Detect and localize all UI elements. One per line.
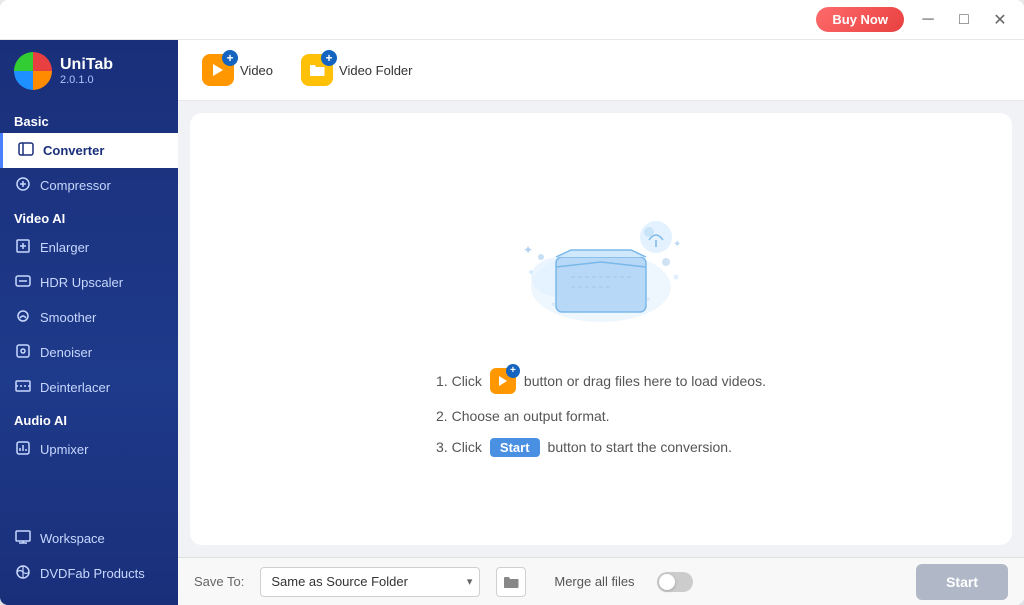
compressor-icon xyxy=(14,176,32,195)
sidebar-item-denoiser[interactable]: Denoiser xyxy=(0,335,178,370)
denoiser-icon xyxy=(14,343,32,362)
logo-text: UniTab 2.0.1.0 xyxy=(60,56,113,86)
svg-text:✦: ✦ xyxy=(673,239,681,250)
sidebar-spacer xyxy=(0,467,178,517)
compressor-label: Compressor xyxy=(40,178,111,193)
instruction-1-suffix: button or drag files here to load videos… xyxy=(524,373,766,389)
smoother-icon xyxy=(14,308,32,327)
hdr-upscaler-label: HDR Upscaler xyxy=(40,275,123,290)
dvdfab-label: DVDFab Products xyxy=(40,566,145,581)
svg-text:✦: ✦ xyxy=(523,243,533,257)
audio-ai-section-label: Audio AI xyxy=(0,405,178,432)
dvdfab-icon xyxy=(14,564,32,583)
logo-icon xyxy=(14,52,52,90)
hdr-icon xyxy=(14,273,32,292)
toolbar: Video Video Folder xyxy=(178,40,1024,101)
instructions: 1. Click button or drag files here to lo… xyxy=(436,368,766,457)
instruction-3-suffix: button to start the conversion. xyxy=(548,439,732,455)
footer: Save To: Same as Source Folder Merge all… xyxy=(178,557,1024,605)
buy-now-button[interactable]: Buy Now xyxy=(816,7,904,32)
maximize-button[interactable]: □ xyxy=(950,6,978,34)
denoiser-label: Denoiser xyxy=(40,345,92,360)
deinterlacer-icon xyxy=(14,378,32,397)
titlebar: Buy Now ☰ ─ □ ✕ xyxy=(0,0,1024,40)
add-folder-label: Video Folder xyxy=(339,63,412,78)
upmixer-label: Upmixer xyxy=(40,442,88,457)
sidebar-item-enlarger[interactable]: Enlarger xyxy=(0,230,178,265)
browse-folder-button[interactable] xyxy=(496,567,526,597)
smoother-label: Smoother xyxy=(40,310,96,325)
save-to-dropdown-wrapper: Same as Source Folder xyxy=(260,567,480,597)
converter-label: Converter xyxy=(43,143,104,158)
start-badge: Start xyxy=(490,438,540,457)
svg-text:×: × xyxy=(551,300,556,309)
enlarger-label: Enlarger xyxy=(40,240,89,255)
app-window: Buy Now ☰ ─ □ ✕ UniTab 2.0.1.0 Basic xyxy=(0,0,1024,605)
add-video-label: Video xyxy=(240,63,273,78)
sidebar-item-dvdfab[interactable]: DVDFab Products xyxy=(0,556,178,591)
content-area: Video Video Folder xyxy=(178,40,1024,605)
drop-zone[interactable]: ✦ ✦ × × 1. Click button or drag files he… xyxy=(190,113,1012,545)
workspace-label: Workspace xyxy=(40,531,105,546)
upmixer-icon xyxy=(14,440,32,459)
main-layout: UniTab 2.0.1.0 Basic Converter Compresso… xyxy=(0,40,1024,605)
merge-toggle[interactable] xyxy=(657,572,693,592)
add-folder-button[interactable]: Video Folder xyxy=(293,50,420,90)
save-to-dropdown[interactable]: Same as Source Folder xyxy=(260,567,480,597)
instruction-2: 2. Choose an output format. xyxy=(436,408,766,424)
sidebar: UniTab 2.0.1.0 Basic Converter Compresso… xyxy=(0,40,178,605)
sidebar-item-upmixer[interactable]: Upmixer xyxy=(0,432,178,467)
converter-icon xyxy=(17,141,35,160)
sidebar-item-smoother[interactable]: Smoother xyxy=(0,300,178,335)
add-folder-icon xyxy=(301,54,333,86)
app-version: 2.0.1.0 xyxy=(60,74,113,86)
illustration: ✦ ✦ × × xyxy=(501,202,701,342)
close-button[interactable]: ✕ xyxy=(986,6,1014,34)
basic-section-label: Basic xyxy=(0,106,178,133)
add-video-button[interactable]: Video xyxy=(194,50,281,90)
enlarger-icon xyxy=(14,238,32,257)
sidebar-item-compressor[interactable]: Compressor xyxy=(0,168,178,203)
mini-add-video-icon xyxy=(490,368,516,394)
instruction-1: 1. Click button or drag files here to lo… xyxy=(436,368,766,394)
instruction-2-text: 2. Choose an output format. xyxy=(436,408,610,424)
svg-text:×: × xyxy=(646,295,651,304)
sidebar-item-converter[interactable]: Converter xyxy=(0,133,178,168)
toggle-knob xyxy=(659,574,675,590)
instruction-3-prefix: 3. Click xyxy=(436,439,482,455)
video-ai-section-label: Video AI xyxy=(0,203,178,230)
deinterlacer-label: Deinterlacer xyxy=(40,380,110,395)
minimize-button[interactable]: ─ xyxy=(914,6,942,34)
sidebar-bottom: Workspace DVDFab Products xyxy=(0,517,178,595)
sidebar-item-deinterlacer[interactable]: Deinterlacer xyxy=(0,370,178,405)
merge-label: Merge all files xyxy=(554,574,634,589)
save-to-label: Save To: xyxy=(194,574,244,589)
app-name: UniTab xyxy=(60,56,113,74)
sidebar-item-workspace[interactable]: Workspace xyxy=(0,521,178,556)
workspace-icon xyxy=(14,529,32,548)
logo-area: UniTab 2.0.1.0 xyxy=(0,40,178,106)
sidebar-item-hdr-upscaler[interactable]: HDR Upscaler xyxy=(0,265,178,300)
instruction-1-prefix: 1. Click xyxy=(436,373,482,389)
start-button[interactable]: Start xyxy=(916,564,1008,600)
instruction-3: 3. Click Start button to start the conve… xyxy=(436,438,766,457)
add-video-icon xyxy=(202,54,234,86)
